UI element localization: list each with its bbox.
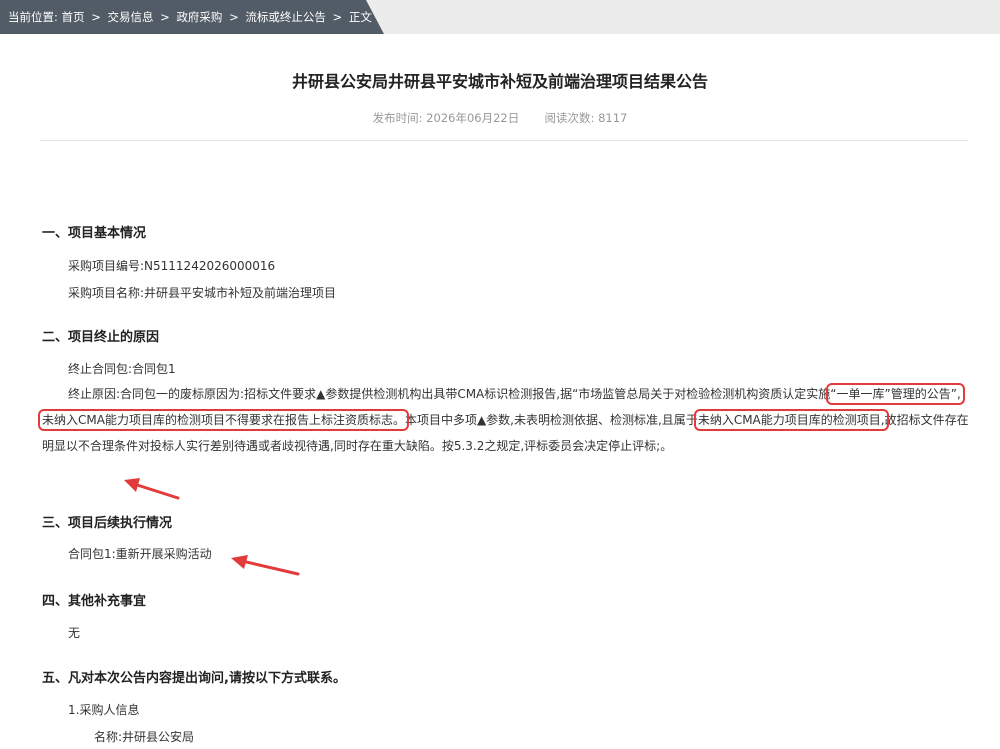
purchaser-info-label: 1.采购人信息 — [68, 703, 140, 717]
highlight-box-cma-items: 未纳入CMA能力项目库的检测项目, — [693, 409, 889, 431]
project-name: 采购项目名称:井研县平安城市补短及前端治理项目 — [68, 286, 337, 300]
annotation-arrow-restart-procurement — [231, 555, 300, 576]
views-label: 阅读次数: — [544, 111, 595, 125]
section-heading-termination-reason: 二、项目终止的原因 — [42, 330, 160, 345]
breadcrumb-bar: 当前位置: 首页 > 交易信息 > 政府采购 > 流标或终止公告 > 正文 — [0, 0, 1000, 34]
project-number: 采购项目编号:N5111242026000016 — [68, 259, 276, 273]
termination-reason: 终止原因:合同包一的废标原因为:招标文件要求▲参数提供检测机构出具带CMA标识检… — [38, 381, 970, 459]
breadcrumb-separator: > — [229, 10, 239, 24]
section-heading-contact: 五、凡对本次公告内容提出询问,请按以下方式联系。 — [42, 671, 346, 686]
reason-text-b: “市场监管总局关于对检验检测机构资质认定实施 — [572, 387, 831, 401]
publish-label: 发布时间: — [372, 111, 423, 125]
title-divider — [40, 140, 968, 141]
purchaser-name: 名称:井研县公安局 — [94, 730, 195, 744]
breadcrumb-separator: > — [332, 10, 343, 24]
breadcrumb-current: 正文 — [348, 10, 372, 24]
breadcrumb-gov-procurement-link[interactable]: 政府采购 — [176, 10, 222, 24]
reason-text-a: 终止原因:合同包一的废标原因为:招标文件要求▲参数提供检测机构出具带CMA标识检… — [68, 387, 573, 401]
breadcrumb-termination-link[interactable]: 流标或终止公告 — [245, 10, 326, 24]
views-count: 8117 — [598, 111, 628, 125]
breadcrumb-prefix: 当前位置: — [8, 10, 58, 24]
page-title: 井研县公安局井研县平安城市补短及前端治理项目结果公告 — [291, 72, 708, 91]
reason-text-c: 本项目中多项▲参数,未表明检测依据、检测标准,且属于 — [404, 413, 698, 427]
supplement-item: 无 — [68, 626, 81, 640]
follow-up-item: 合同包1:重新开展采购活动 — [68, 547, 212, 561]
section-heading-basic-info: 一、项目基本情况 — [42, 226, 147, 241]
terminated-package: 终止合同包:合同包1 — [68, 362, 176, 376]
article-meta: 发布时间: 2026年06月22日 阅读次数: 8117 — [0, 110, 1000, 126]
section-heading-follow-up: 三、项目后续执行情况 — [42, 516, 173, 531]
breadcrumb-trade-info-link[interactable]: 交易信息 — [107, 10, 153, 24]
breadcrumb-home-link[interactable]: 首页 — [62, 10, 85, 24]
breadcrumb: 当前位置: 首页 > 交易信息 > 政府采购 > 流标或终止公告 > 正文 — [0, 0, 384, 34]
publish-date: 2026年06月22日 — [426, 111, 520, 125]
breadcrumb-separator: > — [160, 10, 170, 24]
breadcrumb-separator: > — [91, 10, 101, 24]
annotation-arrow-stop-evaluation — [124, 478, 180, 500]
section-heading-supplement: 四、其他补充事宜 — [42, 594, 147, 609]
